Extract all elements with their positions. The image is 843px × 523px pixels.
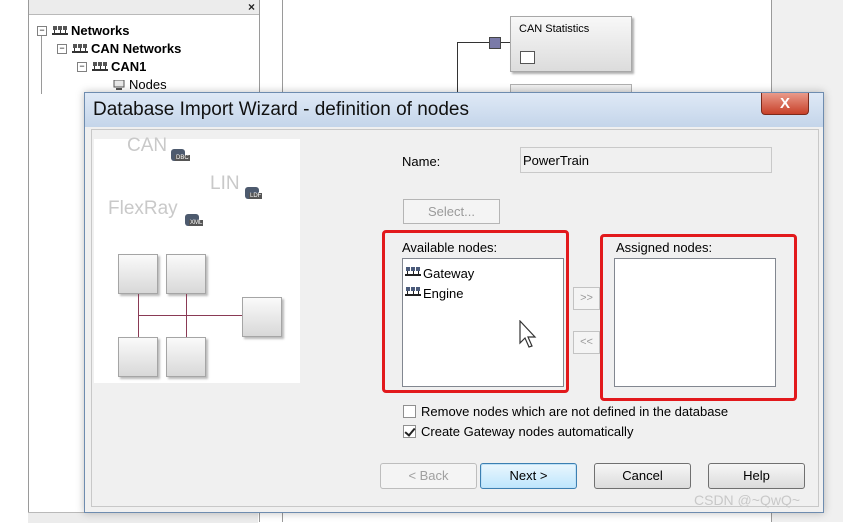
database-tag: DBC — [175, 155, 190, 161]
illustration-ecu — [118, 337, 158, 377]
create-gateway-nodes-option[interactable]: Create Gateway nodes automatically — [403, 424, 633, 439]
select-button[interactable]: Select... — [403, 199, 500, 224]
remove-undefined-nodes-label: Remove nodes which are not defined in th… — [421, 404, 729, 419]
tree-panel-close-button[interactable]: × — [248, 0, 255, 14]
illustration-ecu — [118, 254, 158, 294]
illustration-label-flexray: FlexRay — [108, 198, 178, 219]
tree-item-label: CAN1 — [111, 59, 147, 74]
network-icon — [92, 61, 108, 71]
database-tag: XML — [189, 220, 204, 226]
highlight-assigned-nodes — [600, 234, 797, 401]
database-import-wizard-dialog: Database Import Wizard - definition of n… — [84, 92, 824, 513]
tree-item-nodes[interactable]: Nodes — [113, 77, 167, 92]
tree-horizontal-scrollbar[interactable] — [28, 512, 258, 523]
create-gateway-nodes-checkbox[interactable] — [403, 425, 416, 438]
mouse-cursor-icon — [519, 320, 537, 348]
tree-expander-networks[interactable]: − — [37, 26, 47, 36]
name-label: Name: — [402, 154, 441, 169]
tree-item-can-networks[interactable]: CAN Networks — [72, 41, 181, 56]
computer-icon — [113, 79, 125, 90]
help-button[interactable]: Help — [708, 463, 805, 489]
network-icon — [72, 43, 88, 53]
back-button[interactable]: < Back — [380, 463, 477, 489]
tree-item-label: Nodes — [129, 77, 167, 92]
dialog-titlebar[interactable]: Database Import Wizard - definition of n… — [85, 93, 823, 127]
bus-connector[interactable] — [489, 37, 501, 49]
tree-panel-header: × — [29, 0, 259, 15]
tree-item-label: Networks — [71, 23, 130, 38]
dialog-title: Database Import Wizard - definition of n… — [93, 99, 469, 120]
illustration-ecu — [166, 337, 206, 377]
can-statistics-title: CAN Statistics — [519, 23, 590, 35]
cancel-button[interactable]: Cancel — [594, 463, 691, 489]
remove-node-button[interactable]: << — [573, 331, 600, 354]
highlight-available-nodes — [382, 230, 569, 393]
tree-item-networks[interactable]: Networks — [52, 23, 130, 38]
add-node-button[interactable]: >> — [573, 287, 600, 310]
illustration-ecu — [242, 297, 282, 337]
tree-expander-can-networks[interactable]: − — [57, 44, 67, 54]
database-tag: LDF — [249, 193, 263, 199]
name-field[interactable]: PowerTrain — [520, 147, 772, 173]
tree-item-can1[interactable]: CAN1 — [92, 59, 146, 74]
next-button[interactable]: Next > — [480, 463, 577, 489]
watermark: CSDN @~QwQ~ — [694, 492, 801, 508]
remove-undefined-nodes-option[interactable]: Remove nodes which are not defined in th… — [403, 404, 728, 419]
network-icon — [52, 25, 68, 35]
illustration-bus-line — [138, 315, 242, 316]
dialog-close-button[interactable]: X — [761, 93, 809, 115]
illustration-ecu — [166, 254, 206, 294]
remove-undefined-nodes-checkbox[interactable] — [403, 405, 416, 418]
can-statistics-block[interactable]: CAN Statistics — [510, 16, 632, 72]
illustration-label-lin: LIN — [210, 173, 240, 194]
illustration-label-can: CAN — [127, 135, 168, 156]
statistics-icon — [520, 51, 535, 64]
tree-item-label: CAN Networks — [91, 41, 182, 56]
create-gateway-nodes-label: Create Gateway nodes automatically — [421, 424, 634, 439]
bus-line — [458, 42, 491, 43]
wizard-illustration: CAN DBC LIN LDF FlexRay XML — [94, 135, 300, 383]
tree-expander-can1[interactable]: − — [77, 62, 87, 72]
